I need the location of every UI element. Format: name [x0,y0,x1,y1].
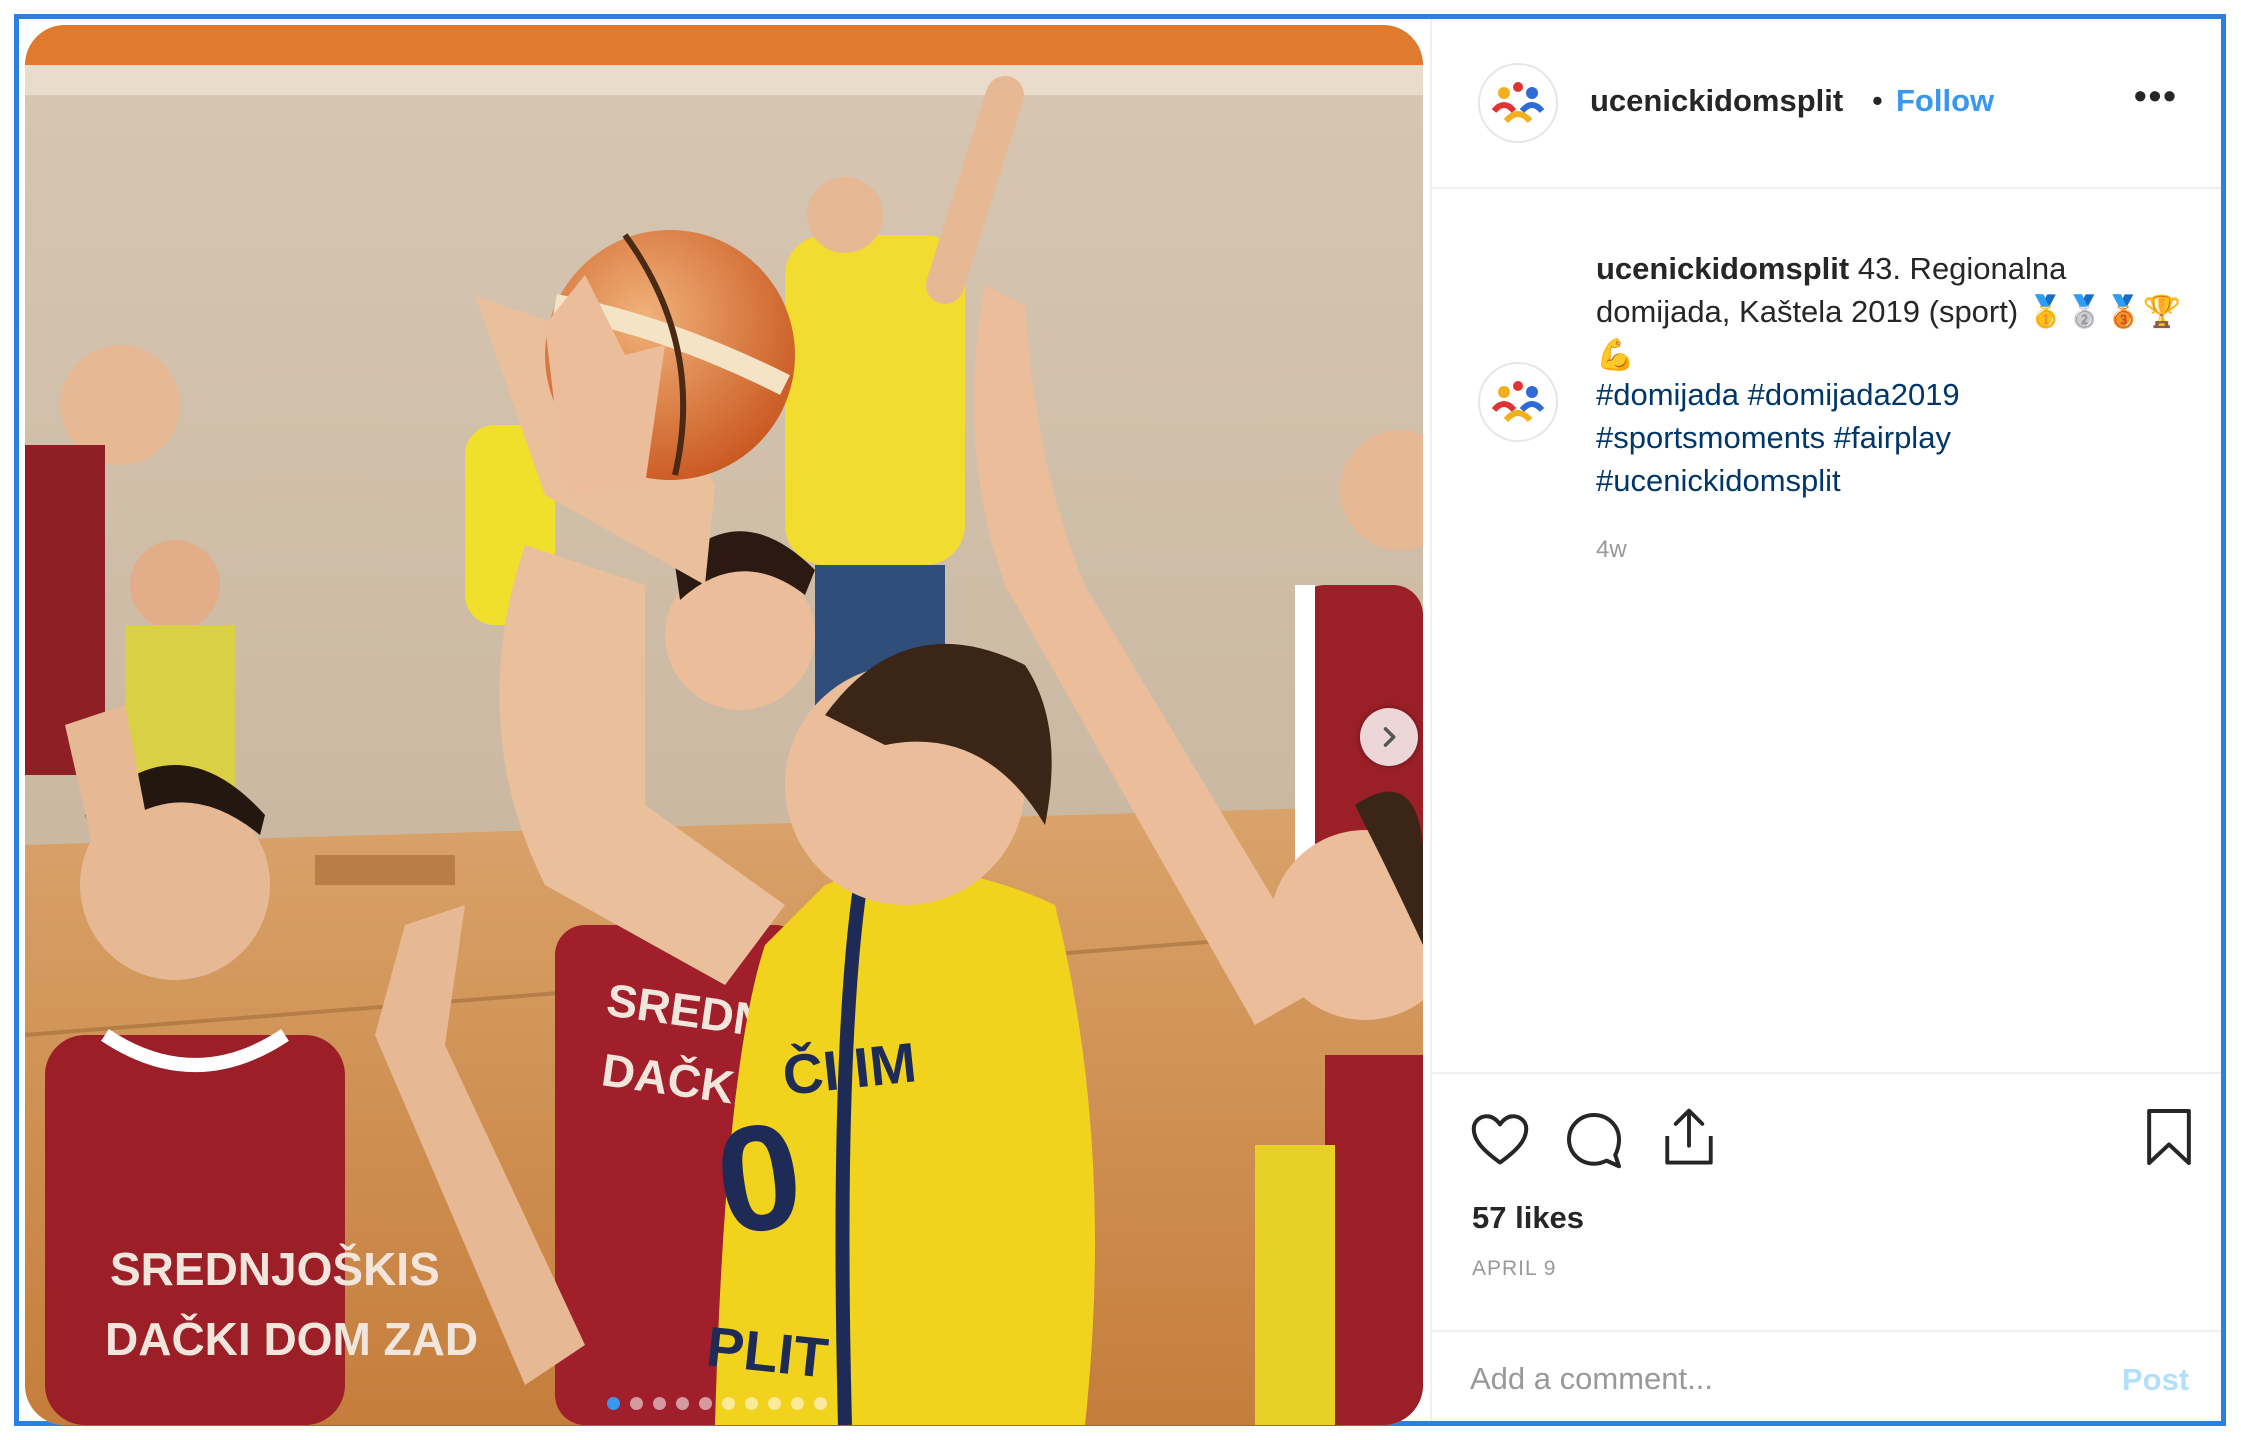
carousel-dot [768,1397,781,1410]
follow-button[interactable]: Follow [1896,83,1994,119]
svg-text:PLIT: PLIT [704,1314,831,1389]
carousel-indicator [607,1397,827,1410]
svg-text:DAČKI DOM ZAD: DAČKI DOM ZAD [105,1313,478,1365]
hashtag-link[interactable]: #domijada2019 [1748,377,1960,412]
header-username[interactable]: ucenickidomsplit [1590,83,1843,119]
carousel-dot [699,1397,712,1410]
avatar-logo-icon [1491,381,1545,423]
post-side-panel: ucenickidomsplit • Follow ••• ucenickido… [1430,19,2221,1421]
caption: ucenickidomsplit 43. Regionalna domijada… [1596,247,2186,376]
hashtag-link[interactable]: #fairplay [1834,420,1951,455]
carousel-dot [722,1397,735,1410]
carousel-dot [630,1397,643,1410]
svg-text:SREDNJOŠKIS: SREDNJOŠKIS [110,1243,440,1295]
avatar-logo-icon [1491,82,1545,124]
bookmark-button[interactable] [2144,1106,2194,1173]
comment-form: Post [1432,1330,2221,1424]
comment-input[interactable] [1470,1358,2070,1400]
hashtag-link[interactable]: #domijada [1596,377,1739,412]
comment-icon [1567,1113,1621,1169]
post-comment-button[interactable]: Post [2122,1362,2189,1398]
post-header: ucenickidomsplit • Follow ••• [1432,19,2221,189]
bookmark-icon [2147,1108,2191,1166]
chevron-right-icon [1383,727,1396,747]
basketball-photo: SREDNJOŠK DAČKI DO 0 ČI IM PLIT [25,25,1423,1425]
carousel-dot [814,1397,827,1410]
hashtag-link[interactable]: #ucenickidomsplit [1596,459,1960,502]
comment-button[interactable] [1564,1110,1624,1175]
hashtag-list: #domijada #domijada2019 #sportsmoments #… [1596,373,1960,502]
carousel-dot [745,1397,758,1410]
separator-dot: • [1872,83,1883,118]
carousel-dot [653,1397,666,1410]
caption-username[interactable]: ucenickidomsplit [1596,251,1849,286]
share-icon [1665,1108,1713,1165]
carousel-dot [791,1397,804,1410]
carousel-dot [676,1397,689,1410]
heart-icon [1471,1114,1529,1165]
avatar[interactable] [1478,63,1558,143]
time-ago[interactable]: 4w [1596,536,1627,564]
carousel-dot [607,1397,620,1410]
like-button[interactable] [1470,1112,1530,1173]
post-date[interactable]: APRIL 9 [1472,1257,1556,1281]
hashtag-link[interactable]: #sportsmoments [1596,420,1825,455]
actions-bar: 57 likes APRIL 9 Post [1432,1072,2221,1422]
caption-avatar[interactable] [1478,362,1558,442]
post-window: SREDNJOŠK DAČKI DO 0 ČI IM PLIT [14,14,2226,1426]
likes-count[interactable]: 57 likes [1472,1200,1584,1236]
next-slide-button[interactable] [1360,708,1418,766]
more-icon[interactable]: ••• [2134,75,2178,117]
share-button[interactable] [1660,1104,1718,1173]
post-photo[interactable]: SREDNJOŠK DAČKI DO 0 ČI IM PLIT [25,25,1423,1425]
